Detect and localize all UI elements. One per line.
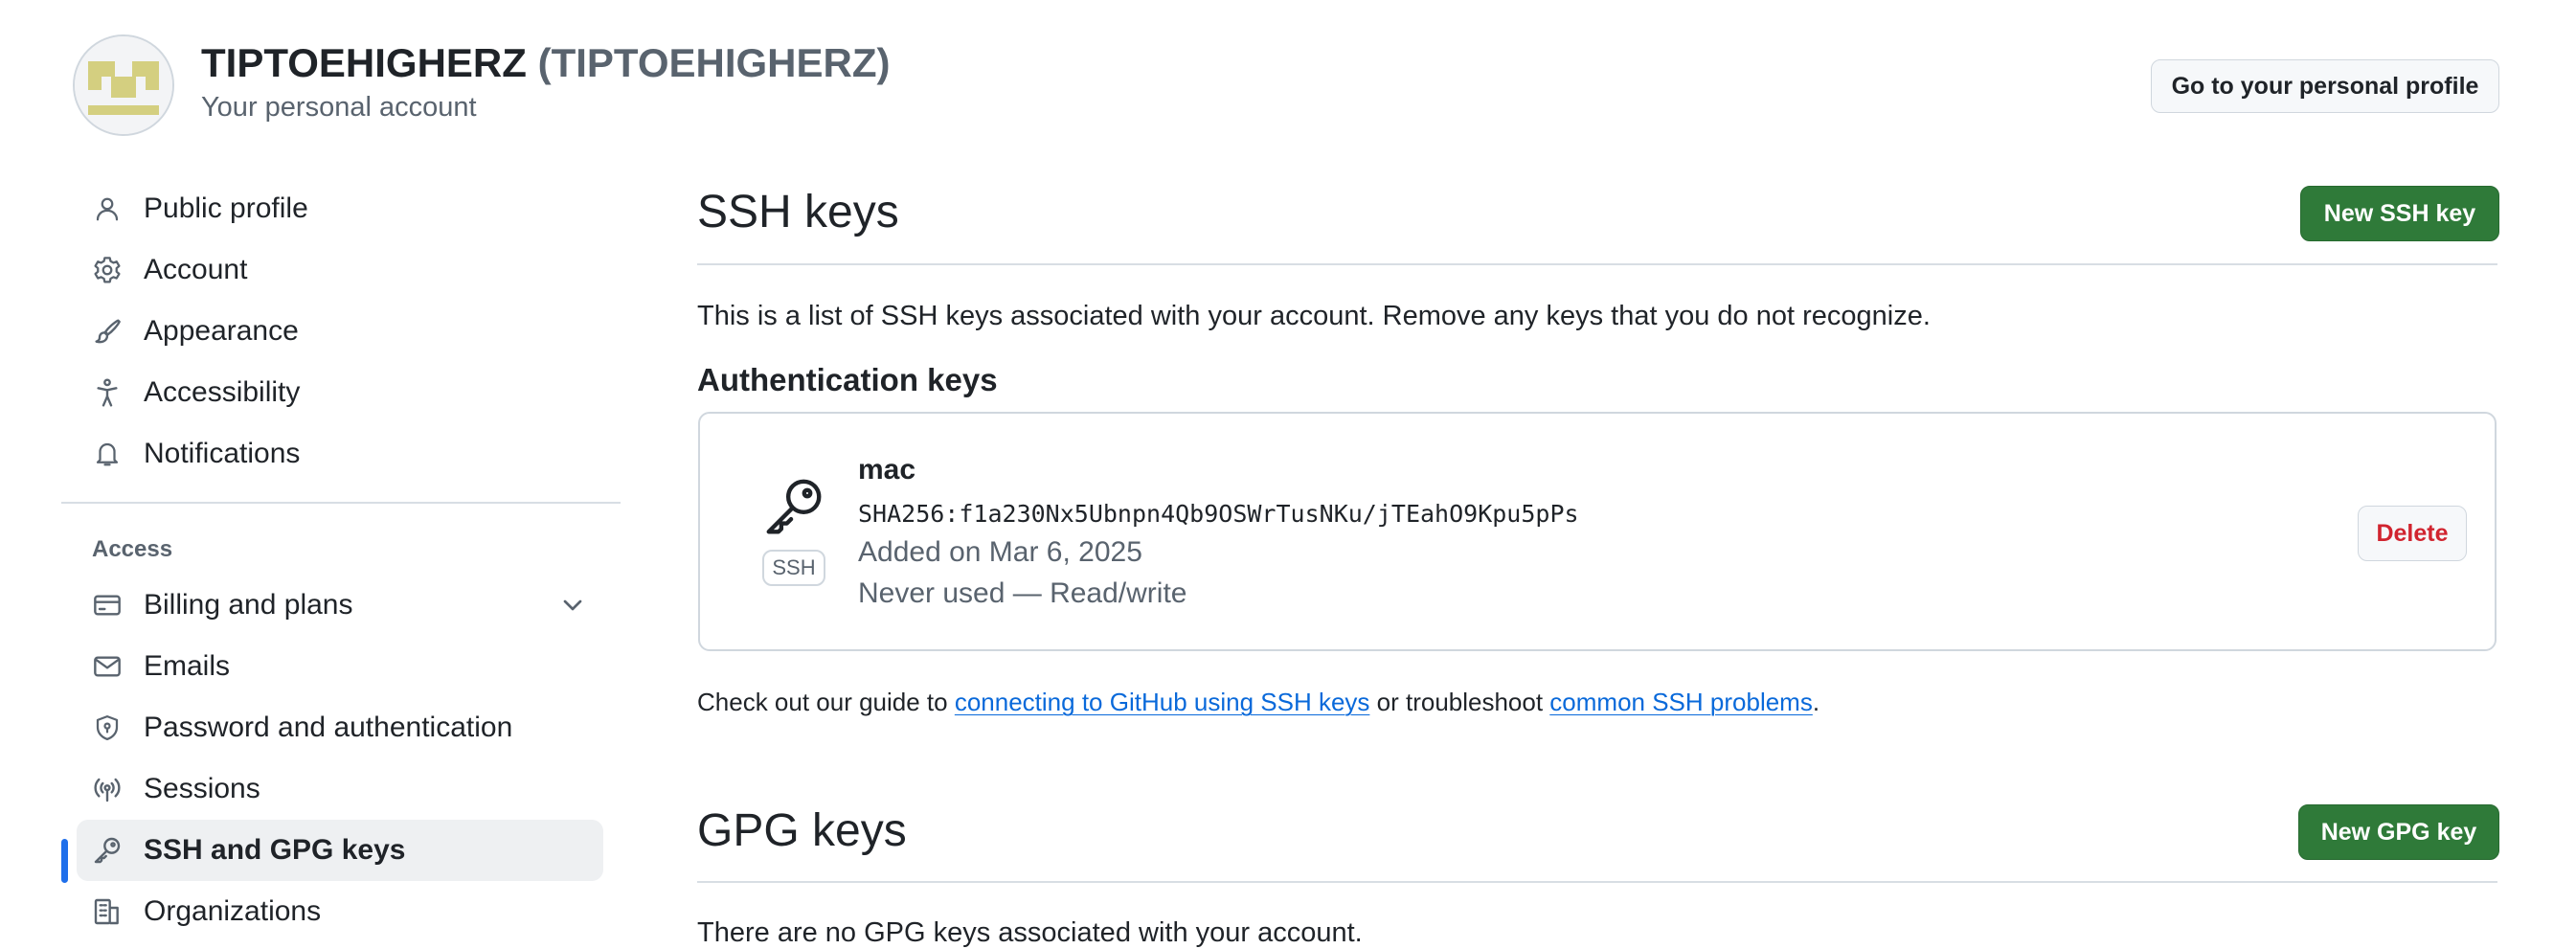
ssh-description: This is a list of SSH keys associated wi…	[697, 301, 1931, 331]
ssh-key-usage: Never used — Read/write	[858, 577, 1187, 609]
sidebar-item-sessions[interactable]: Sessions	[77, 758, 603, 820]
sidebar-item-label: Accessibility	[144, 376, 301, 408]
connecting-guide-link[interactable]: connecting to GitHub using SSH keys	[955, 688, 1370, 716]
new-ssh-key-button[interactable]: New SSH key	[2300, 186, 2499, 241]
ssh-keys-title: SSH keys	[697, 187, 899, 237]
sidebar-item-organizations[interactable]: Organizations	[77, 881, 603, 942]
broadcast-icon	[90, 772, 124, 806]
active-indicator	[61, 839, 68, 883]
sidebar-item-label: Emails	[144, 650, 231, 682]
identicon-image	[75, 36, 172, 134]
ssh-guide-text: Check out our guide to connecting to Git…	[697, 688, 1819, 717]
shield-lock-icon	[90, 711, 124, 745]
sidebar-item-public-profile[interactable]: Public profile	[77, 178, 603, 239]
chevron-down-icon[interactable]	[557, 590, 588, 621]
account-name: TIPTOEHIGHERZ	[201, 40, 527, 85]
sidebar-item-label: Organizations	[144, 895, 322, 927]
sidebar-item-appearance[interactable]: Appearance	[77, 301, 603, 362]
ssh-key-added-date: Added on Mar 6, 2025	[858, 536, 1142, 568]
gpg-keys-title: GPG keys	[697, 805, 907, 856]
ssh-divider	[697, 263, 2497, 265]
sidebar-heading-access: Access	[92, 536, 173, 562]
sidebar-item-notifications[interactable]: Notifications	[77, 423, 603, 485]
bell-icon	[90, 437, 124, 471]
key-icon	[760, 473, 827, 540]
guide-middle: or troubleshoot	[1369, 688, 1550, 716]
sidebar-item-billing[interactable]: Billing and plans	[77, 575, 603, 636]
sidebar-item-emails[interactable]: Emails	[77, 636, 603, 697]
go-to-profile-button[interactable]: Go to your personal profile	[2151, 59, 2499, 113]
sidebar-item-label: Notifications	[144, 438, 301, 469]
ssh-badge: SSH	[762, 550, 825, 586]
authentication-keys-heading: Authentication keys	[697, 362, 998, 397]
avatar[interactable]	[73, 34, 174, 136]
account-subtitle: Your personal account	[201, 92, 477, 123]
page-title: TIPTOEHIGHERZ (TIPTOEHIGHERZ)	[201, 40, 890, 86]
new-gpg-key-button[interactable]: New GPG key	[2298, 804, 2499, 860]
gpg-divider	[697, 881, 2497, 883]
paintbrush-icon	[90, 314, 124, 349]
account-login: (TIPTOEHIGHERZ)	[537, 40, 891, 85]
guide-suffix: .	[1812, 688, 1820, 716]
guide-prefix: Check out our guide to	[697, 688, 955, 716]
accessibility-icon	[90, 375, 124, 410]
organization-icon	[90, 894, 124, 929]
person-icon	[90, 192, 124, 226]
sidebar-item-label: Public profile	[144, 192, 308, 224]
ssh-key-fingerprint: SHA256:f1a230Nx5Ubnpn4Qb9OSWrTusNKu/jTEa…	[858, 500, 1579, 528]
sidebar-item-label: SSH and GPG keys	[144, 834, 406, 866]
sidebar-item-accessibility[interactable]: Accessibility	[77, 362, 603, 423]
gpg-empty-text: There are no GPG keys associated with yo…	[697, 917, 1363, 948]
delete-ssh-key-button[interactable]: Delete	[2358, 506, 2467, 561]
mail-icon	[90, 649, 124, 684]
sidebar-item-account[interactable]: Account	[77, 239, 603, 301]
sidebar-item-password[interactable]: Password and authentication	[77, 697, 603, 758]
ssh-key-item	[698, 412, 2497, 651]
sidebar-item-label: Appearance	[144, 315, 299, 347]
sidebar-item-ssh-gpg-keys[interactable]: SSH and GPG keys	[77, 820, 603, 881]
sidebar-item-label: Billing and plans	[144, 589, 353, 621]
sidebar-item-label: Password and authentication	[144, 712, 513, 743]
sidebar-item-label: Account	[144, 254, 248, 285]
key-icon	[90, 833, 124, 868]
credit-card-icon	[90, 588, 124, 622]
sidebar-divider	[61, 502, 621, 504]
common-problems-link[interactable]: common SSH problems	[1549, 688, 1813, 716]
sidebar-item-label: Sessions	[144, 773, 260, 804]
gear-icon	[90, 253, 124, 287]
ssh-key-name: mac	[858, 454, 916, 486]
